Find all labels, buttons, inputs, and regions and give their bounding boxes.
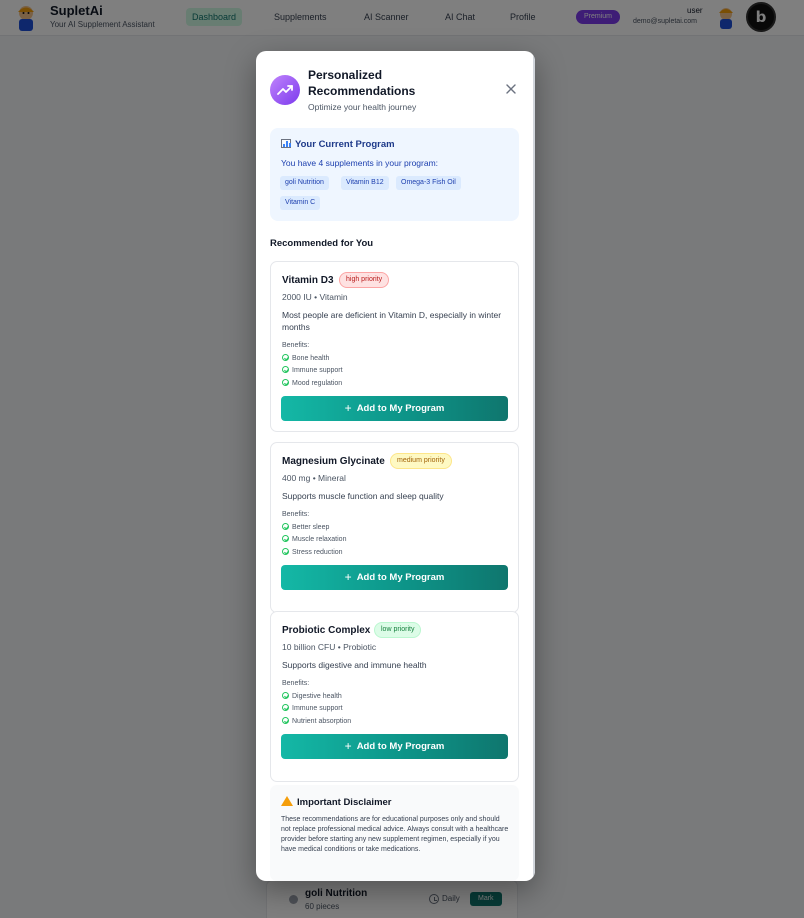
modal-subtitle: Optimize your health journey [308, 102, 417, 112]
current-program-panel: Your Current Program You have 4 suppleme… [270, 128, 519, 221]
recommendation-card: Vitamin D3 high priority 2000 IU • Vitam… [270, 261, 519, 432]
benefit-item: Better sleep [282, 523, 329, 531]
disclaimer-panel: Important Disclaimer These recommendatio… [270, 785, 519, 881]
benefit-text: Nutrient absorption [292, 718, 352, 725]
benefit-text: Immune support [292, 705, 343, 712]
program-chip: goli Nutrition [280, 176, 329, 190]
check-circle-icon [282, 692, 289, 699]
supplement-description: Supports digestive and immune health [282, 660, 427, 670]
benefit-item: Muscle relaxation [282, 535, 346, 543]
check-circle-icon [282, 379, 289, 386]
recommendation-card: Magnesium Glycinate medium priority 400 … [270, 442, 519, 613]
benefit-text: Digestive health [292, 693, 342, 700]
bar-chart-icon [281, 139, 291, 148]
benefits-label: Benefits: [282, 511, 310, 518]
disclaimer-text: These recommendations are for educationa… [281, 816, 509, 853]
benefit-item: Immune support [282, 366, 343, 374]
program-chip: Vitamin C [280, 196, 321, 210]
add-to-program-button[interactable]: + Add to My Program [281, 565, 508, 590]
check-circle-icon [282, 354, 289, 361]
add-button-label: Add to My Program [356, 741, 445, 752]
program-chip: Omega-3 Fish Oil [396, 176, 461, 190]
add-button-label: Add to My Program [356, 403, 445, 414]
supplement-dose: 400 mg • Mineral [282, 473, 346, 483]
benefit-item: Mood regulation [282, 379, 342, 387]
benefit-item: Stress reduction [282, 548, 343, 556]
recommendation-card: Probiotic Complex low priority 10 billio… [270, 611, 519, 782]
benefits-label: Benefits: [282, 342, 310, 349]
supplement-name: Probiotic Complex [282, 625, 371, 636]
program-summary: You have 4 supplements in your program: [281, 158, 439, 168]
supplement-name: Magnesium Glycinate [282, 456, 385, 467]
supplement-dose: 2000 IU • Vitamin [282, 292, 348, 302]
supplement-dose: 10 billion CFU • Probiotic [282, 642, 377, 652]
benefit-text: Stress reduction [292, 549, 343, 556]
check-circle-icon [282, 535, 289, 542]
recommendations-modal: Personalized Recommendations Optimize yo… [256, 51, 535, 881]
add-button-label: Add to My Program [356, 572, 445, 583]
benefits-label: Benefits: [282, 680, 310, 687]
check-circle-icon [282, 523, 289, 530]
check-circle-icon [282, 366, 289, 373]
benefit-item: Nutrient absorption [282, 717, 351, 725]
benefit-text: Better sleep [292, 524, 330, 531]
benefit-text: Muscle relaxation [292, 536, 347, 543]
program-title: Your Current Program [295, 139, 395, 150]
check-circle-icon [282, 704, 289, 711]
plus-icon: + [344, 570, 352, 584]
program-heading: Your Current Program [281, 139, 395, 150]
disclaimer-title: Important Disclaimer [297, 797, 392, 808]
benefit-item: Bone health [282, 354, 329, 362]
supplement-description: Most people are deficient in Vitamin D, … [282, 310, 502, 332]
supplement-description: Supports muscle function and sleep quali… [282, 491, 444, 501]
benefit-item: Digestive health [282, 692, 342, 700]
priority-badge: low priority [374, 622, 422, 638]
recommended-heading: Recommended for You [270, 238, 374, 249]
modal-title: Personalized Recommendations [308, 68, 416, 98]
benefit-item: Immune support [282, 704, 343, 712]
plus-icon: + [344, 401, 352, 415]
program-chip: Vitamin B12 [341, 176, 389, 190]
benefit-text: Bone health [292, 355, 330, 362]
add-to-program-button[interactable]: + Add to My Program [281, 396, 508, 421]
disclaimer-heading: Important Disclaimer [281, 796, 392, 808]
benefit-text: Mood regulation [292, 380, 343, 387]
add-to-program-button[interactable]: + Add to My Program [281, 734, 508, 759]
priority-badge: high priority [339, 272, 390, 288]
warning-icon [281, 796, 293, 806]
modal-scrollbar[interactable] [533, 51, 535, 881]
check-circle-icon [282, 717, 289, 724]
benefit-text: Immune support [292, 367, 343, 374]
plus-icon: + [344, 739, 352, 753]
trending-up-icon [270, 75, 300, 105]
priority-badge: medium priority [390, 453, 452, 469]
supplement-name: Vitamin D3 [282, 275, 334, 286]
close-icon[interactable] [504, 82, 518, 96]
check-circle-icon [282, 548, 289, 555]
